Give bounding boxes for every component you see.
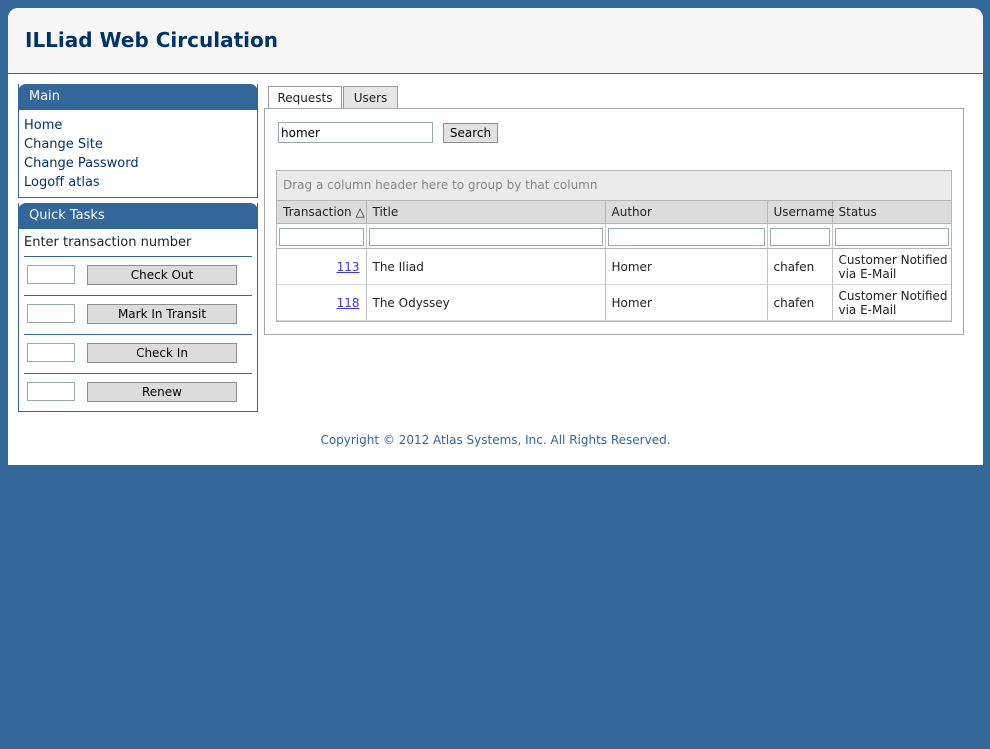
table-row[interactable]: 118 The Odyssey Homer chafen Customer No… [277, 284, 951, 321]
transaction-link[interactable]: 118 [337, 296, 360, 310]
renew-transaction-input[interactable] [27, 382, 75, 401]
author-cell: Homer [605, 284, 768, 321]
title-filter-input[interactable] [368, 227, 603, 246]
status-line: via E-Mail [838, 266, 897, 281]
quick-tasks-title: Quick Tasks [18, 203, 258, 229]
transaction-filter-input[interactable] [279, 227, 364, 246]
renew-button[interactable]: Renew [87, 382, 237, 402]
quick-tasks-box: Quick Tasks Enter transaction number Che… [18, 203, 258, 412]
logoff-link[interactable]: Logoff atlas [24, 175, 100, 190]
main-menu-title: Main [18, 84, 258, 110]
tab-users[interactable]: Users [343, 86, 398, 109]
mark-in-transit-transaction-input[interactable] [27, 304, 75, 323]
column-header-author[interactable]: Author [605, 201, 768, 224]
check-in-transaction-input[interactable] [27, 343, 75, 362]
check-in-button[interactable]: Check In [87, 343, 237, 363]
check-out-row: Check Out [24, 256, 252, 295]
check-out-transaction-input[interactable] [27, 265, 75, 284]
requests-panel: Search Drag a column header here to grou… [264, 108, 964, 335]
username-cell: chafen [767, 284, 833, 321]
status-cell: Customer Notified via E-Mail [832, 284, 951, 321]
author-filter-input[interactable] [607, 227, 765, 246]
page-container: ILLiad Web Circulation Main Home Change … [8, 8, 983, 465]
main-menu-list: Home Change Site Change Password Logoff … [19, 110, 257, 192]
column-header-title[interactable]: Title [366, 201, 606, 224]
username-cell: chafen [767, 248, 833, 285]
header: ILLiad Web Circulation [8, 8, 983, 74]
table-row[interactable]: 113 The Iliad Homer chafen Customer Noti… [277, 248, 951, 285]
mark-in-transit-row: Mark In Transit [24, 295, 252, 334]
sort-ascending-icon: △ [355, 205, 365, 219]
status-line: Customer Notified [838, 252, 948, 267]
search-button[interactable]: Search [443, 123, 498, 143]
status-cell: Customer Notified via E-Mail [832, 248, 951, 285]
column-header-status[interactable]: Status [832, 201, 951, 224]
group-by-bar[interactable]: Drag a column header here to group by th… [277, 171, 951, 201]
column-header-transaction[interactable]: Transaction △ [277, 201, 367, 224]
requests-table: Transaction △ Title Author Username Stat… [277, 201, 951, 321]
column-header-transaction-label: Transaction [283, 205, 352, 219]
transaction-link[interactable]: 113 [337, 260, 360, 274]
search-input[interactable] [278, 122, 433, 143]
renew-row: Renew [24, 373, 252, 412]
check-out-button[interactable]: Check Out [87, 265, 237, 285]
status-line: via E-Mail [838, 302, 897, 317]
main-menu-box: Main Home Change Site Change Password Lo… [18, 84, 258, 198]
username-filter-input[interactable] [769, 227, 830, 246]
author-cell: Homer [605, 248, 768, 285]
home-link[interactable]: Home [24, 118, 62, 133]
requests-grid: Drag a column header here to group by th… [276, 170, 952, 322]
mark-in-transit-button[interactable]: Mark In Transit [87, 304, 237, 324]
title-cell: The Odyssey [366, 284, 606, 321]
status-line: Customer Notified [838, 288, 948, 303]
header-row: Transaction △ Title Author Username Stat… [277, 201, 951, 224]
check-in-row: Check In [24, 334, 252, 373]
app-title: ILLiad Web Circulation [25, 28, 278, 52]
copyright-footer: Copyright © 2012 Atlas Systems, Inc. All… [320, 433, 671, 447]
column-header-username[interactable]: Username [767, 201, 835, 224]
change-password-link[interactable]: Change Password [24, 156, 139, 171]
change-site-link[interactable]: Change Site [24, 137, 103, 152]
tab-requests[interactable]: Requests [268, 86, 342, 110]
filter-row [277, 223, 951, 249]
title-cell: The Iliad [366, 248, 606, 285]
transaction-number-label: Enter transaction number [24, 235, 192, 250]
status-filter-input[interactable] [834, 227, 949, 246]
